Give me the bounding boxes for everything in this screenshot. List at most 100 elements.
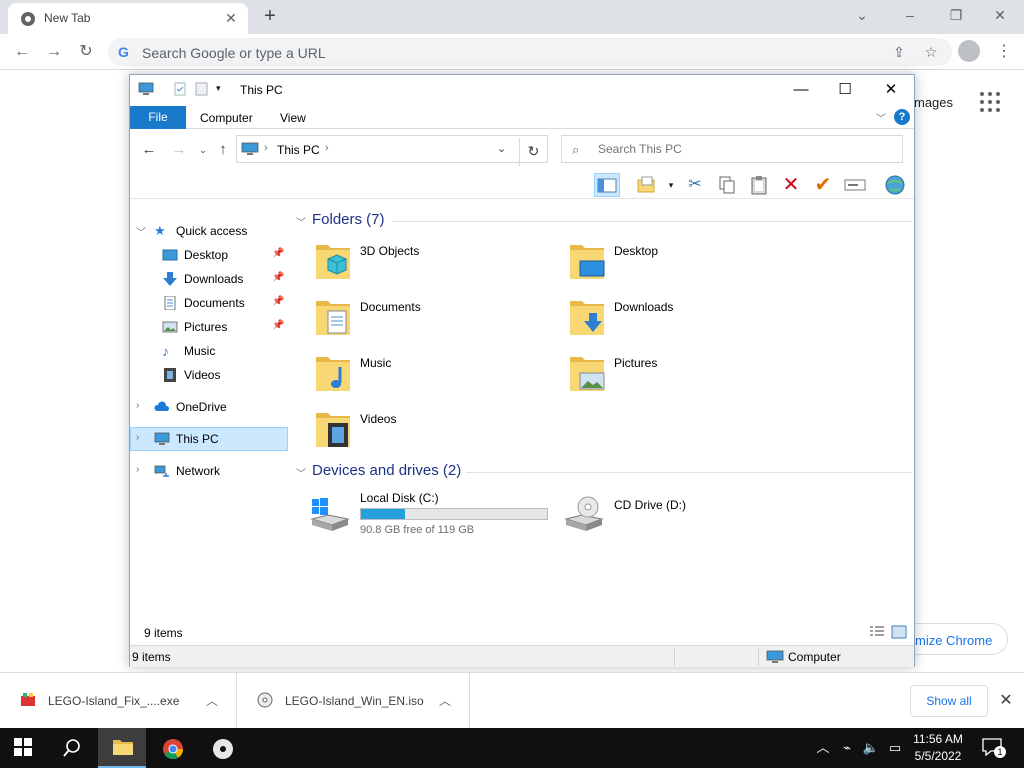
start-button[interactable] — [0, 728, 48, 768]
new-item-icon[interactable] — [634, 173, 660, 197]
drive-tile-cd-drive[interactable]: CD Drive (D:) — [562, 489, 762, 541]
folder-tile-3d-objects[interactable]: 3D Objects — [314, 239, 554, 287]
nav-item-videos[interactable]: Videos — [130, 363, 288, 387]
minimize-browser-button[interactable]: – — [898, 4, 922, 26]
folder-tile-videos[interactable]: Videos — [314, 407, 554, 455]
reload-icon[interactable]: ↻ — [74, 40, 98, 64]
nav-item-documents[interactable]: Documents 📌 — [130, 291, 288, 315]
tab-close-icon[interactable]: ✕ — [222, 9, 240, 27]
globe-icon[interactable] — [882, 173, 908, 197]
share-icon[interactable]: ⇪ — [890, 43, 908, 61]
minimize-window-button[interactable]: — — [786, 79, 816, 101]
quick-access-toolbar-dropdown-icon[interactable]: ▾ — [216, 83, 221, 94]
disc-app-taskbar-button[interactable] — [198, 728, 246, 768]
omnibox[interactable]: G Search Google or type a URL ⇪ ☆ — [108, 38, 952, 66]
nav-item-downloads[interactable]: Downloads 📌 — [130, 267, 288, 291]
tab-search-chevron-icon[interactable]: ⌄ — [850, 4, 874, 26]
new-item-dropdown-icon[interactable]: ▾ — [658, 173, 684, 197]
search-this-pc-box[interactable]: ⌕ — [561, 135, 903, 163]
folder-tile-downloads[interactable]: Downloads — [568, 295, 808, 343]
refresh-icon[interactable]: ↻ — [519, 138, 547, 166]
forward-arrow-icon[interactable]: → — [170, 141, 188, 159]
folders-group-header[interactable]: ﹀ Folders (7) — [292, 211, 912, 231]
cut-scissors-icon[interactable]: ✂ — [682, 173, 708, 197]
address-dropdown-icon[interactable]: ⌄ — [497, 142, 506, 155]
breadcrumb-this-pc[interactable]: This PC — [277, 143, 320, 157]
folder-tile-desktop[interactable]: Desktop — [568, 239, 808, 287]
network-status-icon[interactable]: ⌁ — [838, 740, 856, 756]
check-mark-icon[interactable]: ✔ — [810, 173, 836, 197]
new-tab-button[interactable]: + — [258, 5, 282, 29]
profile-avatar[interactable] — [958, 40, 980, 62]
nav-item-quick-access[interactable]: ﹀ ★ Quick access — [130, 219, 288, 243]
volume-icon[interactable]: 🔈 — [862, 740, 880, 756]
search-taskbar-button[interactable] — [48, 728, 96, 768]
folder-tile-pictures[interactable]: Pictures — [568, 351, 808, 399]
close-download-shelf-icon[interactable]: ✕ — [996, 689, 1016, 713]
preview-pane-icon[interactable] — [594, 173, 620, 197]
delete-x-icon[interactable]: ✕ — [778, 173, 804, 197]
close-window-button[interactable]: ✕ — [876, 79, 906, 101]
back-arrow-icon[interactable]: ← — [10, 40, 34, 64]
up-arrow-icon[interactable]: ↑ — [214, 141, 232, 159]
browser-tab-new-tab[interactable]: New Tab ✕ — [8, 3, 248, 34]
folder-tile-music[interactable]: Music — [314, 351, 554, 399]
show-all-downloads-button[interactable]: Show all — [910, 685, 988, 717]
ribbon-tab-view[interactable]: View — [280, 111, 306, 125]
pin-icon[interactable]: 📌 — [272, 272, 284, 283]
address-bar[interactable]: › This PC › ⌄ ↻ — [236, 135, 548, 166]
drive-tile-local-disk[interactable]: Local Disk (C:) 90.8 GB free of 119 GB — [308, 489, 552, 541]
pin-icon[interactable]: 📌 — [272, 296, 284, 307]
properties-quick-icon[interactable] — [172, 82, 188, 96]
chrome-taskbar-button[interactable] — [148, 728, 196, 768]
file-explorer-taskbar-button[interactable] — [98, 728, 146, 768]
devices-group-header[interactable]: ﹀ Devices and drives (2) — [292, 462, 912, 482]
help-icon[interactable]: ? — [894, 109, 910, 125]
new-folder-quick-icon[interactable] — [194, 82, 210, 96]
breadcrumb-separator-icon[interactable]: › — [264, 142, 268, 154]
nav-item-pictures[interactable]: Pictures 📌 — [130, 315, 288, 339]
chrome-menu-icon[interactable]: ⋮ — [996, 40, 1012, 64]
download-item[interactable]: LEGO-Island_Fix_....exe ︿ — [0, 673, 237, 729]
rename-icon[interactable] — [842, 173, 868, 197]
search-input[interactable] — [598, 140, 888, 158]
ribbon-tab-file[interactable]: File — [130, 106, 186, 129]
large-icons-view-icon[interactable] — [891, 625, 907, 639]
collapse-group-chevron-icon[interactable]: ﹀ — [296, 465, 306, 480]
maximize-window-button[interactable]: ☐ — [830, 79, 860, 101]
paste-clipboard-icon[interactable] — [746, 173, 772, 197]
nav-item-onedrive[interactable]: › OneDrive — [130, 395, 288, 419]
restore-browser-button[interactable]: ❐ — [944, 4, 968, 26]
nav-item-desktop[interactable]: Desktop 📌 — [130, 243, 288, 267]
collapsed-chevron-icon[interactable]: › — [136, 400, 139, 411]
collapse-group-chevron-icon[interactable]: ﹀ — [296, 214, 306, 229]
show-hidden-icons-chevron-icon[interactable]: ︿ — [814, 740, 832, 756]
folder-tile-documents[interactable]: Documents — [314, 295, 554, 343]
close-browser-button[interactable]: ✕ — [988, 4, 1012, 26]
expand-ribbon-chevron-icon[interactable]: ﹀ — [876, 110, 886, 125]
recent-locations-chevron-icon[interactable]: ⌄ — [194, 141, 212, 159]
power-plug-icon[interactable]: ▭ — [886, 740, 904, 756]
customize-chrome-button[interactable]: mize Chrome — [900, 623, 1008, 655]
ntp-images-link[interactable]: mages — [914, 95, 953, 110]
details-view-icon[interactable] — [869, 625, 885, 639]
google-apps-icon[interactable] — [980, 92, 1000, 112]
collapsed-chevron-icon[interactable]: › — [136, 464, 139, 475]
download-options-chevron-icon[interactable]: ︿ — [202, 691, 222, 711]
collapsed-chevron-icon[interactable]: › — [136, 432, 139, 443]
action-center-button[interactable]: 1 — [982, 738, 1006, 758]
breadcrumb-separator-icon[interactable]: › — [325, 142, 329, 154]
expanded-chevron-icon[interactable]: ﹀ — [136, 224, 146, 239]
nav-item-this-pc[interactable]: › This PC — [130, 427, 288, 451]
copy-icon[interactable] — [714, 173, 740, 197]
ribbon-tab-computer[interactable]: Computer — [200, 111, 253, 125]
download-options-chevron-icon[interactable]: ︿ — [435, 691, 455, 711]
forward-arrow-icon[interactable]: → — [42, 40, 66, 64]
download-item[interactable]: LEGO-Island_Win_EN.iso ︿ — [237, 673, 470, 729]
nav-item-network[interactable]: › Network — [130, 459, 288, 483]
nav-item-music[interactable]: ♪ Music — [130, 339, 288, 363]
bookmark-star-icon[interactable]: ☆ — [922, 43, 940, 61]
system-clock[interactable]: 11:56 AM 5/5/2022 — [906, 731, 970, 765]
pin-icon[interactable]: 📌 — [272, 248, 284, 259]
pin-icon[interactable]: 📌 — [272, 320, 284, 331]
